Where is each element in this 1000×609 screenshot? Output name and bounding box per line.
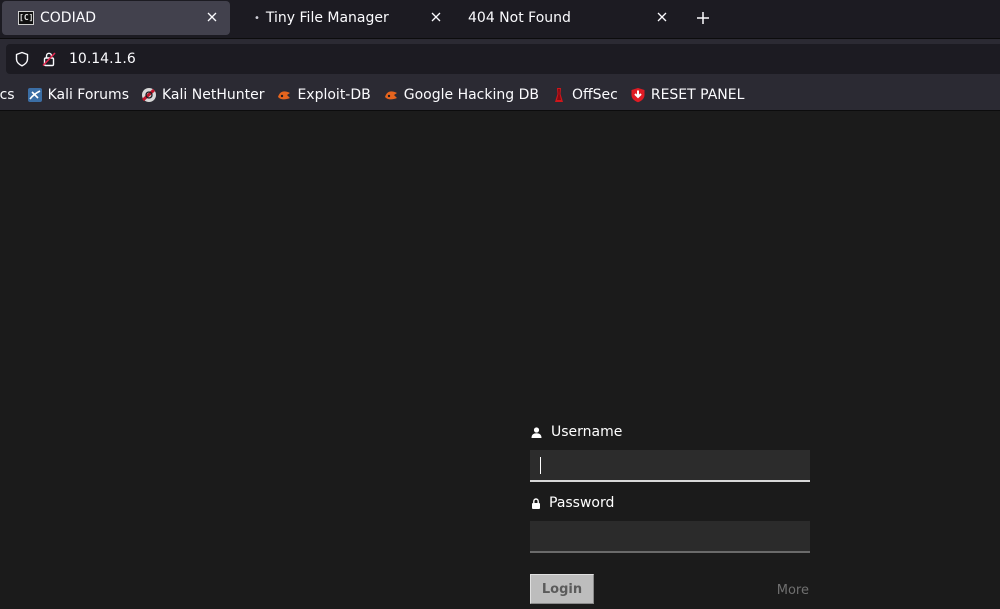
exploit-db-icon: [276, 87, 292, 103]
bookmark-offsec[interactable]: OffSec: [551, 87, 618, 103]
url-bar[interactable]: 10.14.1.6: [6, 44, 1000, 74]
password-input[interactable]: [530, 521, 810, 553]
page-content: Username Password Login More: [0, 111, 1000, 609]
kali-forums-icon: [27, 87, 43, 103]
shield-icon[interactable]: [14, 51, 30, 67]
navigation-toolbar: 10.14.1.6: [0, 38, 1000, 80]
password-label-text: Password: [549, 495, 615, 511]
login-form: Username Password Login More: [530, 423, 810, 604]
bookmark-kali-docs[interactable]: ocs: [0, 87, 15, 103]
bookmark-label: Google Hacking DB: [403, 87, 539, 103]
bookmark-label: Kali Forums: [47, 87, 129, 103]
bookmark-reset-panel[interactable]: RESET PANEL: [630, 87, 745, 103]
bookmarks-toolbar: ocs Kali Forums Kali NetHunter Exploit-D…: [0, 80, 1000, 111]
close-icon[interactable]: [204, 9, 220, 25]
username-input-wrapper: [530, 450, 810, 482]
new-tab-button[interactable]: [693, 8, 713, 28]
codiad-favicon-icon: [C]: [18, 11, 34, 25]
tab-codiad[interactable]: [C] CODIAD: [2, 1, 230, 35]
tab-tiny-file-manager[interactable]: • Tiny File Manager: [240, 1, 454, 35]
reset-panel-icon: [630, 87, 646, 103]
ghdb-icon: [383, 87, 399, 103]
bookmark-google-hacking-db[interactable]: Google Hacking DB: [383, 87, 539, 103]
bookmark-label: OffSec: [571, 87, 618, 103]
bookmark-label: ocs: [0, 87, 15, 103]
user-icon: [530, 426, 542, 438]
more-link[interactable]: More: [777, 583, 809, 598]
lock-icon: [530, 497, 542, 509]
login-actions: Login More: [530, 574, 810, 604]
bookmark-kali-nethunter[interactable]: Kali NetHunter: [141, 87, 264, 103]
bookmark-kali-forums[interactable]: Kali Forums: [27, 87, 129, 103]
bookmark-exploit-db[interactable]: Exploit-DB: [276, 87, 371, 103]
username-input[interactable]: [530, 450, 810, 482]
url-text[interactable]: 10.14.1.6: [69, 51, 136, 67]
bookmark-label: Kali NetHunter: [162, 87, 265, 103]
tab-title: CODIAD: [40, 10, 97, 26]
bookmark-label: RESET PANEL: [650, 87, 745, 103]
tab-dot-icon: •: [254, 12, 260, 24]
tab-404-not-found[interactable]: 404 Not Found: [458, 1, 680, 35]
kali-nethunter-icon: [141, 87, 157, 103]
tab-title: Tiny File Manager: [265, 10, 389, 26]
plus-icon: [697, 12, 709, 24]
login-button[interactable]: Login: [530, 574, 594, 604]
browser-window: [C] CODIAD • Tiny File Manager 404 Not F…: [0, 0, 1000, 609]
close-icon[interactable]: [654, 9, 670, 25]
username-label: Username: [530, 423, 810, 441]
tab-title: 404 Not Found: [468, 10, 571, 26]
tab-strip: [C] CODIAD • Tiny File Manager 404 Not F…: [0, 0, 1000, 38]
offsec-icon: [551, 87, 567, 103]
username-label-text: Username: [551, 424, 623, 440]
password-label: Password: [530, 494, 810, 512]
bookmark-label: Exploit-DB: [297, 87, 371, 103]
close-icon[interactable]: [428, 9, 444, 25]
text-caret: [540, 457, 541, 474]
insecure-lock-icon[interactable]: [41, 51, 57, 67]
